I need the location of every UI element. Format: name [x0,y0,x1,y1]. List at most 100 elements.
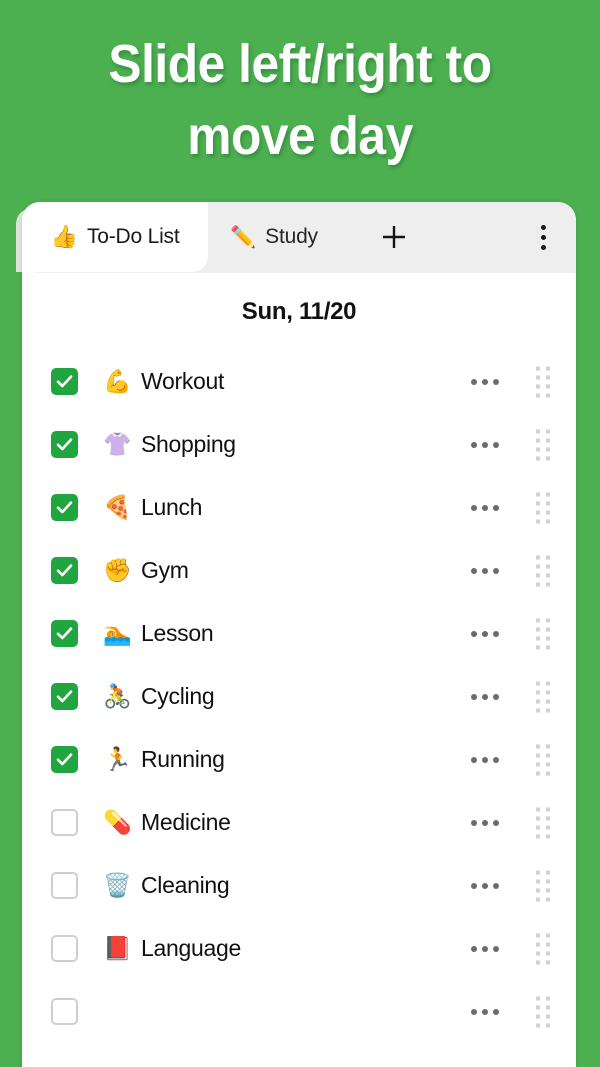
task-checkbox[interactable] [51,557,78,584]
more-dot [471,819,477,826]
task-label: Shopping [141,431,236,457]
drag-dot [536,753,540,757]
task-row-1[interactable]: 👚 Shopping [22,413,576,476]
drag-dot [546,690,550,694]
drag-dot [536,393,540,397]
task-more-button[interactable] [467,434,503,456]
task-drag-handle[interactable] [532,866,554,905]
drag-dot [536,447,540,451]
task-more-button[interactable] [467,497,503,519]
task-emoji-icon: ✊ [103,557,132,583]
drag-dot [536,951,540,955]
kebab-dot [540,224,546,230]
drag-dot [546,573,550,577]
task-drag-handle[interactable] [532,551,554,590]
drag-dot [536,366,540,370]
task-drag-handle[interactable] [532,362,554,401]
more-dot [482,378,488,385]
drag-dot [546,960,550,964]
task-row-7[interactable]: 💊 Medicine [22,791,576,854]
task-more-button[interactable] [467,371,503,393]
task-row-2[interactable]: 🍕 Lunch [22,476,576,539]
task-checkbox[interactable] [51,620,78,647]
drag-dot [546,510,550,514]
more-dot [471,693,477,700]
task-drag-handle[interactable] [532,425,554,464]
task-more-button[interactable] [467,623,503,645]
drag-dot [536,834,540,838]
more-dot [482,819,488,826]
overflow-menu-button[interactable] [526,202,560,272]
add-tab-button[interactable] [370,202,418,272]
task-row-5[interactable]: 🚴 Cycling [22,665,576,728]
drag-dot [546,636,550,640]
drag-dot [536,618,540,622]
task-checkbox[interactable] [51,683,78,710]
drag-dot [536,960,540,964]
task-checkbox[interactable] [51,368,78,395]
task-drag-handle[interactable] [532,488,554,527]
drag-dot [546,555,550,559]
task-more-button[interactable] [467,749,503,771]
drag-dot [546,834,550,838]
more-dot [482,441,488,448]
more-dot [493,567,499,574]
task-more-button[interactable] [467,875,503,897]
drag-dot [536,744,540,748]
drag-dot [536,429,540,433]
drag-dot [536,807,540,811]
task-more-button[interactable] [467,560,503,582]
task-drag-handle[interactable] [532,992,554,1031]
tab-study[interactable]: ✏️ Study [214,202,334,272]
task-emoji-icon: 💪 [103,368,132,394]
task-checkbox[interactable] [51,998,78,1025]
drag-dot [536,519,540,523]
drag-dot [546,807,550,811]
drag-dot [546,1005,550,1009]
drag-dot [536,681,540,685]
more-dot [471,945,477,952]
more-dot [471,882,477,889]
task-row-0[interactable]: 💪 Workout [22,350,576,413]
tab-to-do-list[interactable]: 👍 To-Do List [22,202,208,272]
task-emoji-icon: 🏃 [103,746,132,772]
more-dot [493,441,499,448]
drag-dot [546,942,550,946]
drag-dot [536,825,540,829]
drag-dot [536,456,540,460]
check-icon [56,564,73,577]
task-row-8[interactable]: 🗑️ Cleaning [22,854,576,917]
task-drag-handle[interactable] [532,614,554,653]
more-dot [493,378,499,385]
task-checkbox[interactable] [51,746,78,773]
task-label: Lesson [141,620,214,646]
more-dot [482,945,488,952]
task-drag-handle[interactable] [532,803,554,842]
more-dot [482,504,488,511]
drag-dot [546,888,550,892]
task-more-button[interactable] [467,1001,503,1023]
task-checkbox[interactable] [51,494,78,521]
task-checkbox[interactable] [51,431,78,458]
task-checkbox[interactable] [51,809,78,836]
task-checkbox[interactable] [51,872,78,899]
task-more-button[interactable] [467,812,503,834]
task-drag-handle[interactable] [532,929,554,968]
task-row-9[interactable]: 📕 Language [22,917,576,980]
task-drag-handle[interactable] [532,677,554,716]
tab-study-label: Study [265,225,318,248]
task-more-button[interactable] [467,686,503,708]
task-drag-handle[interactable] [532,740,554,779]
drag-dot [536,582,540,586]
task-row-3[interactable]: ✊ Gym [22,539,576,602]
drag-dot [536,564,540,568]
task-more-button[interactable] [467,938,503,960]
task-checkbox[interactable] [51,935,78,962]
drag-dot [536,501,540,505]
task-row-6[interactable]: 🏃 Running [22,728,576,791]
more-dot [482,630,488,637]
task-row-10[interactable] [22,980,576,1043]
task-row-4[interactable]: 🏊 Lesson [22,602,576,665]
date-header[interactable]: Sun, 11/20 [22,298,576,326]
more-dot [493,1008,499,1015]
